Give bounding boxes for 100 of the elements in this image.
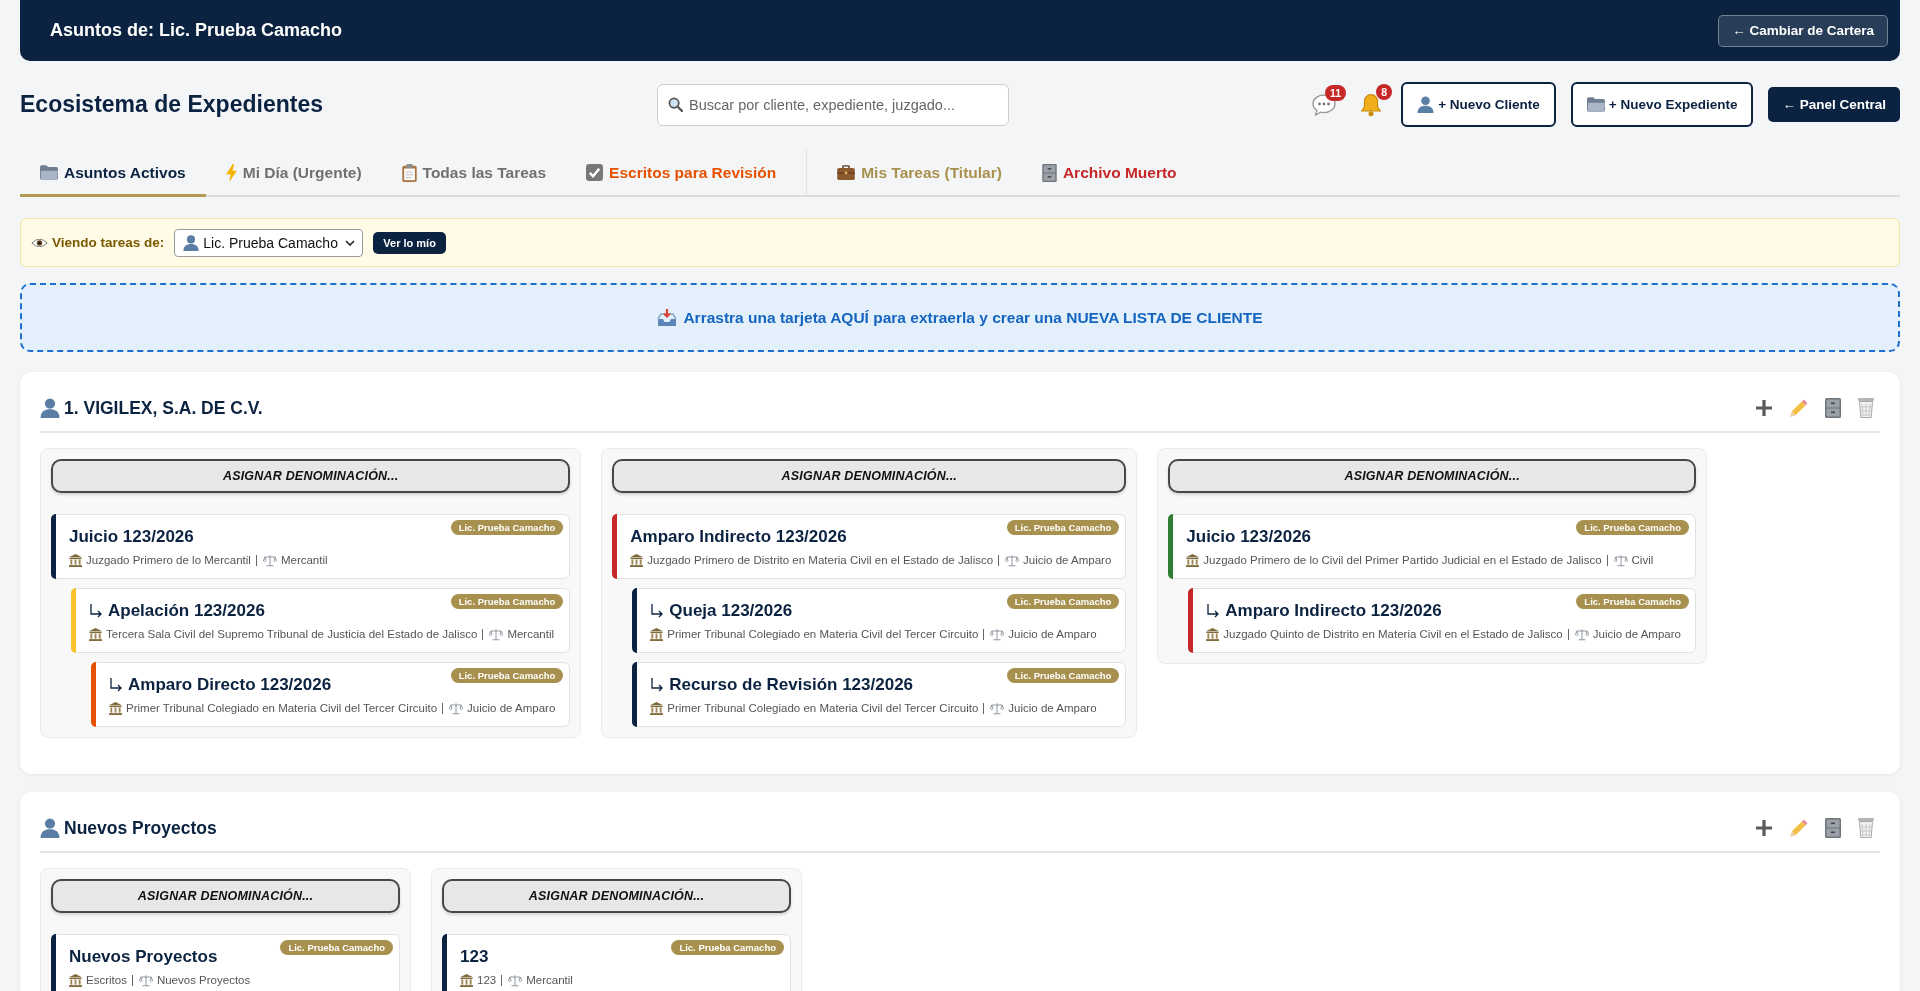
building-icon xyxy=(89,627,102,641)
case-title: Recurso de Revisión 123/2026 xyxy=(669,674,914,696)
drop-zone-text: Arrastra una tarjeta AQUÍ para extraerla y crear una NUEVA LISTA DE CLIENTE xyxy=(683,308,1263,327)
case-card[interactable]: Nuevos Proyectos Lic. Prueba Camacho Escritos Nuevos Proyectos xyxy=(51,934,400,991)
building-icon xyxy=(69,553,82,567)
case-card[interactable]: Queja 123/2026 Lic. Prueba Camacho Primer Tribunal Colegiado en Materia Civil del Tercer Circuito Juicio de Amparo xyxy=(632,588,1127,653)
new-client-button[interactable]: + Nuevo Cliente xyxy=(1401,82,1556,127)
assignee-badge: Lic. Prueba Camacho xyxy=(1006,668,1120,683)
search-icon xyxy=(668,96,683,112)
corner-arrow-icon xyxy=(1206,604,1221,618)
user-select[interactable]: Lic. Prueba Camacho xyxy=(174,228,364,257)
building-icon xyxy=(650,701,664,715)
matter-type: Juicio de Amparo xyxy=(467,701,556,716)
court-name: Juzgado Primero de lo Mercantil xyxy=(86,553,251,568)
folder-icon xyxy=(1586,97,1605,112)
court-name: Primer Tribunal Colegiado en Materia Civil del Tercer Circuito xyxy=(667,627,979,642)
assignee-badge: Lic. Prueba Camacho xyxy=(1006,520,1120,535)
portfolio-title: Asuntos de: Lic. Prueba Camacho xyxy=(50,20,343,41)
case-title: Juicio 123/2026 xyxy=(69,526,194,548)
trash-icon[interactable] xyxy=(1858,818,1874,838)
building-icon xyxy=(630,553,644,567)
plus-icon[interactable] xyxy=(1756,820,1772,836)
person-icon xyxy=(1417,96,1435,113)
case-title: Amparo Indirecto 123/2026 xyxy=(1225,600,1442,622)
building-icon xyxy=(109,701,122,715)
case-card[interactable]: Amparo Indirecto 123/2026 Lic. Prueba Camacho Juzgado Primero de Distrito en Materia Civil en el Estado de Jalisco Juicio de Amparo xyxy=(612,514,1127,579)
assignee-badge: Lic. Prueba Camacho xyxy=(450,668,564,683)
pencil-icon[interactable] xyxy=(1789,398,1808,418)
case-card[interactable]: Juicio 123/2026 Lic. Prueba Camacho Juzgado Primero de lo Mercantil Mercantil xyxy=(51,514,571,579)
switch-portfolio-button[interactable]: ← Cambiar de Cartera xyxy=(1718,14,1888,47)
plus-icon[interactable] xyxy=(1756,400,1772,416)
building-icon xyxy=(69,973,82,987)
briefcase-icon xyxy=(837,165,856,180)
matter-type: Civil xyxy=(1631,553,1654,568)
lightning-icon xyxy=(225,163,237,182)
case-card[interactable]: Juicio 123/2026 Lic. Prueba Camacho Juzgado Primero de lo Civil del Primer Partido Judicial en el Estado de Jalisco Civil xyxy=(1168,514,1696,579)
file-cabinet-icon[interactable] xyxy=(1825,818,1841,838)
pencil-icon[interactable] xyxy=(1789,818,1808,838)
tab[interactable]: Todas las Tareas xyxy=(381,150,567,197)
case-title: 123 xyxy=(460,946,489,968)
matter-type: Mercantil xyxy=(280,553,328,568)
eye-icon xyxy=(31,238,48,247)
scales-icon xyxy=(508,973,523,987)
notification-count-badge: 8 xyxy=(1376,83,1393,100)
main-panel-button[interactable]: ← Panel Central xyxy=(1768,87,1900,122)
inbox-tray-icon xyxy=(657,308,678,327)
case-card[interactable]: Apelación 123/2026 Lic. Prueba Camacho Tercera Sala Civil del Supremo Tribunal de Justicia del Estado de Jalisco Mercantil xyxy=(71,588,571,653)
assignee-badge: Lic. Prueba Camacho xyxy=(1006,594,1120,609)
building-icon xyxy=(650,627,664,641)
court-name: Escritos xyxy=(86,973,127,988)
case-card[interactable]: Amparo Directo 123/2026 Lic. Prueba Camacho Primer Tribunal Colegiado en Materia Civil del Tercer Circuito Juicio de Amparo xyxy=(91,662,571,727)
assign-name-button[interactable]: ASIGNAR DENOMINACIÓN... xyxy=(51,879,400,913)
corner-arrow-icon xyxy=(650,678,665,692)
file-cabinet-icon[interactable] xyxy=(1825,398,1841,418)
building-icon xyxy=(460,973,473,987)
assign-name-button[interactable]: ASIGNAR DENOMINACIÓN... xyxy=(442,879,791,913)
client-name: 1. VIGILEX, S.A. DE C.V. xyxy=(64,397,263,419)
matter-type: Juicio de Amparo xyxy=(1592,627,1681,642)
chevron-icon xyxy=(345,239,356,246)
corner-arrow-icon xyxy=(109,678,123,692)
matter-type: Mercantil xyxy=(507,627,555,642)
assignee-badge: Lic. Prueba Camacho xyxy=(280,940,393,955)
folder-icon xyxy=(40,165,58,180)
scales-icon xyxy=(138,973,153,987)
case-card[interactable]: Recurso de Revisión 123/2026 Lic. Prueba Camacho Primer Tribunal Colegiado en Materia Civil del Tercer Circuito Juicio de Amparo xyxy=(632,662,1127,727)
view-mine-button[interactable]: Ver lo mío xyxy=(373,231,446,254)
checkbox-icon xyxy=(586,164,604,181)
scales-icon xyxy=(262,553,277,567)
case-card[interactable]: Amparo Indirecto 123/2026 Lic. Prueba Camacho Juzgado Quinto de Distrito en Materia Civil en el Estado de Jalisco Juicio de Amparo xyxy=(1188,588,1696,653)
search-field[interactable]: Buscar por cliente, expediente, juzgado... xyxy=(657,83,1009,126)
court-name: Primer Tribunal Colegiado en Materia Civil del Tercer Circuito xyxy=(667,701,979,716)
building-icon xyxy=(1186,553,1200,567)
scales-icon xyxy=(990,701,1005,715)
person-icon xyxy=(40,818,60,838)
scales-icon xyxy=(1005,553,1020,567)
case-title: Amparo Indirecto 123/2026 xyxy=(630,526,847,548)
assignee-badge: Lic. Prueba Camacho xyxy=(1576,520,1689,535)
file-cabinet-icon xyxy=(1041,163,1057,182)
assign-name-button[interactable]: ASIGNAR DENOMINACIÓN... xyxy=(1168,459,1696,493)
matter-type: Nuevos Proyectos xyxy=(156,973,251,988)
case-title: Nuevos Proyectos xyxy=(69,946,218,968)
bell-icon[interactable] xyxy=(1360,92,1383,117)
new-case-button[interactable]: + Nuevo Expediente xyxy=(1570,82,1754,127)
scales-icon xyxy=(1613,553,1628,567)
case-title: Queja 123/2026 xyxy=(669,600,793,622)
tab[interactable]: Archivo Muerto xyxy=(1021,150,1197,197)
building-icon xyxy=(1206,627,1220,641)
assign-name-button[interactable]: ASIGNAR DENOMINACIÓN... xyxy=(51,459,571,493)
case-card[interactable]: 123 Lic. Prueba Camacho 123 Mercantil xyxy=(442,934,791,991)
filter-label: Viendo tareas de: xyxy=(52,235,165,250)
court-name: Juzgado Primero de lo Civil del Primer Partido Judicial en el Estado de Jalisco xyxy=(1203,553,1602,568)
client-name: Nuevos Proyectos xyxy=(64,817,217,839)
corner-arrow-icon xyxy=(650,604,665,618)
page-title: Ecosistema de Expedientes xyxy=(20,91,323,118)
trash-icon[interactable] xyxy=(1858,398,1874,418)
tab[interactable]: Asuntos Activos xyxy=(20,150,206,197)
court-name: Tercera Sala Civil del Supremo Tribunal de Justicia del Estado de Jalisco xyxy=(106,627,478,642)
matter-type: Juicio de Amparo xyxy=(1008,627,1097,642)
tab[interactable]: Mi Día (Urgente) xyxy=(205,150,382,197)
assign-name-button[interactable]: ASIGNAR DENOMINACIÓN... xyxy=(612,459,1127,493)
